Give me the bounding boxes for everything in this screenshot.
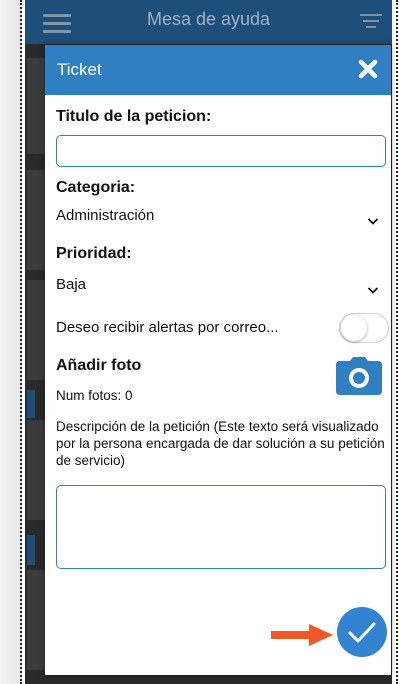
close-icon (358, 59, 378, 79)
foto-label: Añadir foto (56, 357, 142, 374)
num-fotos: Num fotos: 0 (56, 388, 133, 403)
list-item (27, 170, 47, 270)
camera-button[interactable] (336, 357, 382, 395)
alertas-toggle[interactable] (339, 313, 389, 343)
ticket-modal: Ticket Titulo de la peticion: Categoria:… (45, 45, 391, 675)
list-item-accent (27, 535, 35, 565)
arrow-pointer-icon (271, 624, 333, 646)
submit-button[interactable] (337, 607, 387, 657)
list-item (27, 58, 47, 154)
app-title: Mesa de ayuda (146, 9, 271, 29)
prioridad-select[interactable]: Baja (45, 269, 391, 303)
descripcion-textarea[interactable] (56, 485, 386, 569)
filter-icon[interactable] (360, 14, 382, 30)
chevron-down-icon (367, 287, 379, 294)
titulo-input[interactable] (56, 135, 386, 167)
prioridad-value: Baja (56, 276, 87, 293)
categoria-value: Administración (56, 207, 155, 224)
close-button[interactable] (355, 56, 381, 82)
list-item (27, 280, 47, 380)
list-item-accent (27, 390, 35, 418)
list-item (27, 570, 47, 670)
modal-title: Ticket (57, 60, 102, 79)
prioridad-label: Prioridad: (56, 245, 132, 262)
app-header: Mesa de ayuda (25, 0, 392, 44)
frame-border-left (20, 0, 22, 684)
modal-header: Ticket (45, 45, 391, 95)
alertas-label: Deseo recibir alertas por correo... (56, 319, 279, 336)
chevron-down-icon (367, 218, 379, 225)
list-item (27, 420, 47, 520)
titulo-label: Titulo de la peticion: (56, 108, 212, 125)
toggle-knob (341, 315, 367, 341)
checkmark-icon (348, 622, 376, 643)
categoria-select[interactable]: Administración (45, 203, 391, 237)
descripcion-label: Descripción de la petición (Este texto s… (56, 419, 385, 468)
frame-border-right (396, 0, 398, 684)
categoria-label: Categoria: (56, 179, 136, 196)
camera-icon (336, 357, 382, 395)
page-background (0, 0, 22, 684)
